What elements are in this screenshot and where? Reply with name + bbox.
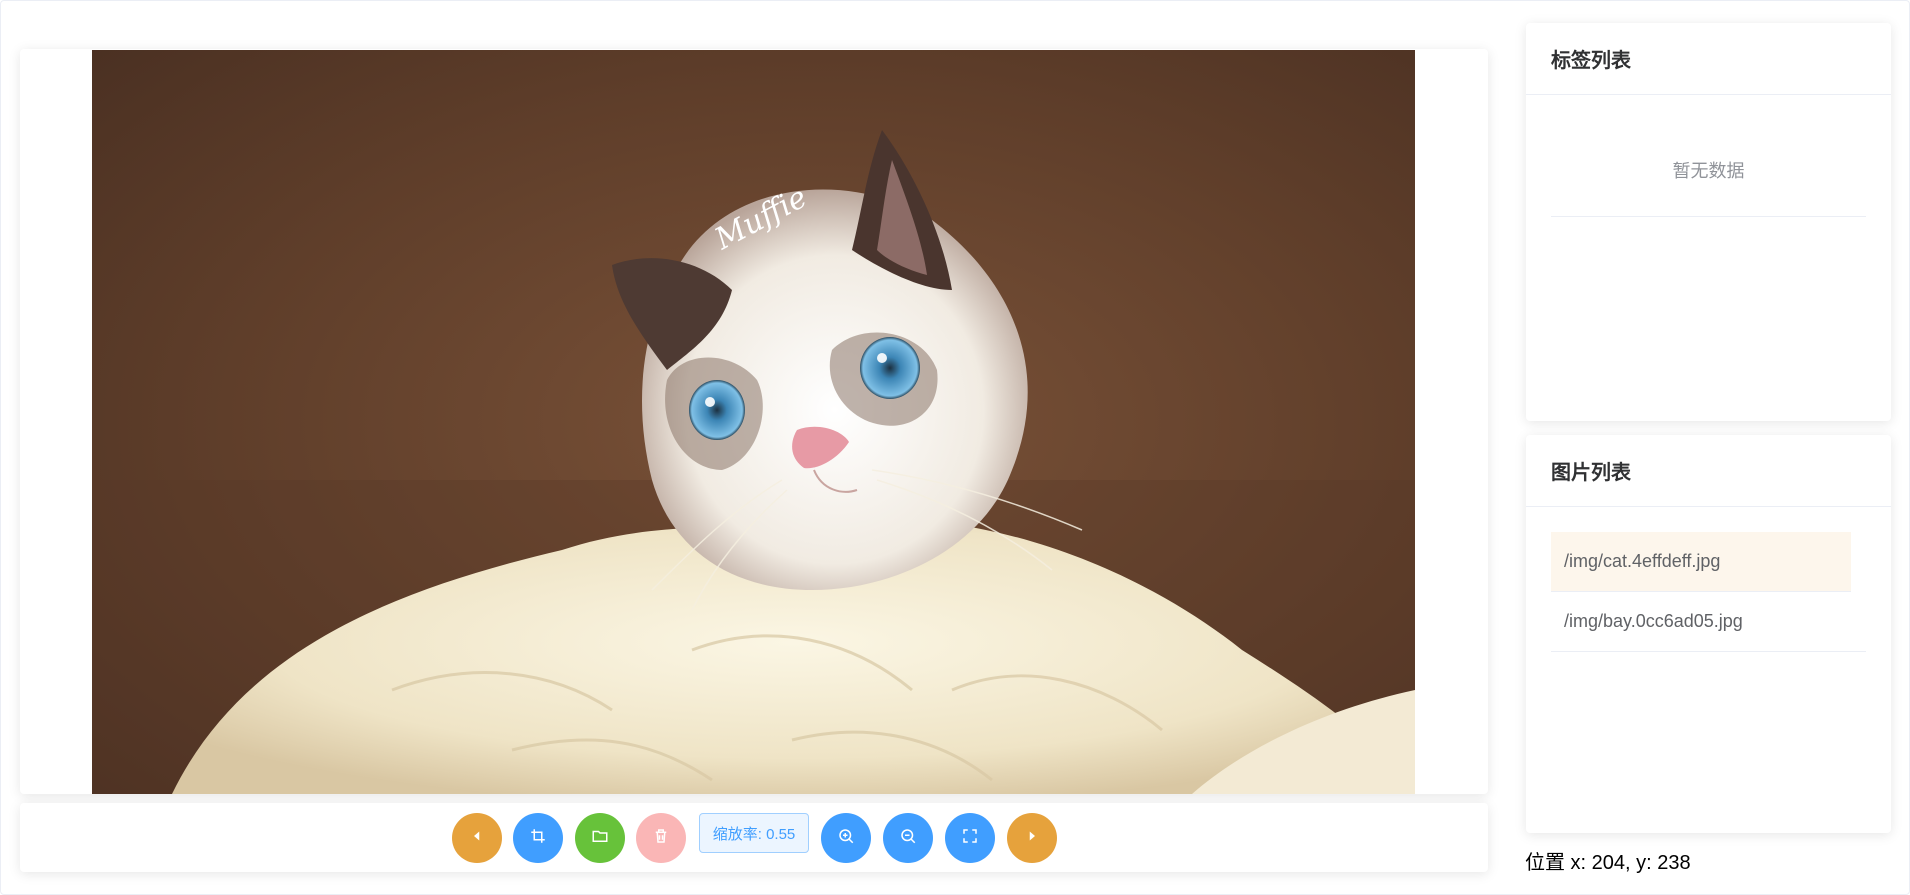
images-panel-title: 图片列表	[1526, 435, 1891, 507]
folder-icon	[591, 827, 609, 850]
tags-empty-text: 暂无数据	[1551, 123, 1866, 217]
image-list-item[interactable]: /img/bay.0cc6ad05.jpg	[1551, 592, 1866, 652]
crop-icon	[529, 827, 547, 850]
zoom-out-button[interactable]	[883, 813, 933, 863]
image-list-item-label: /img/cat.4effdeff.jpg	[1564, 551, 1721, 571]
crop-button[interactable]	[513, 813, 563, 863]
image-toolbar: 缩放率: 0.55	[20, 803, 1488, 872]
zoom-in-icon	[837, 827, 855, 850]
zoom-rate-label: 缩放率: 0.55	[699, 813, 809, 853]
delete-icon	[652, 827, 670, 850]
page: Muffie 缩放率: 0.55 标签列表 暂无数据 图片列表 /img/cat…	[0, 0, 1910, 895]
zoom-in-button[interactable]	[821, 813, 871, 863]
image-canvas[interactable]: Muffie	[20, 49, 1488, 794]
delete-button[interactable]	[636, 813, 686, 863]
cat-illustration: Muffie	[92, 50, 1415, 794]
open-folder-button[interactable]	[575, 813, 625, 863]
image-list: /img/cat.4effdeff.jpg /img/bay.0cc6ad05.…	[1551, 532, 1866, 652]
images-panel: 图片列表 /img/cat.4effdeff.jpg /img/bay.0cc6…	[1526, 435, 1891, 833]
zoom-out-icon	[899, 827, 917, 850]
tags-panel: 标签列表 暂无数据	[1526, 23, 1891, 421]
cursor-position-readout: 位置 x: 204, y: 238	[1525, 852, 1691, 874]
fullscreen-icon	[961, 827, 979, 850]
image-list-item-label: /img/bay.0cc6ad05.jpg	[1564, 611, 1743, 631]
cat-photo[interactable]: Muffie	[92, 50, 1415, 794]
caret-right-icon	[1023, 827, 1041, 850]
caret-left-icon	[468, 827, 486, 850]
previous-button[interactable]	[452, 813, 502, 863]
next-button[interactable]	[1007, 813, 1057, 863]
tags-panel-title: 标签列表	[1526, 23, 1891, 95]
fullscreen-button[interactable]	[945, 813, 995, 863]
image-list-item[interactable]: /img/cat.4effdeff.jpg	[1551, 532, 1851, 592]
